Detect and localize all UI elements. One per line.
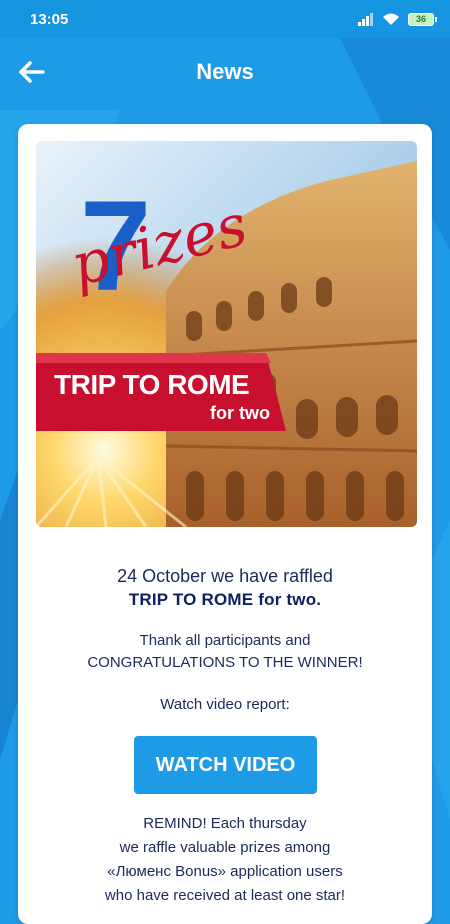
arrow-left-icon [19,61,45,83]
watch-video-button[interactable]: WATCH VIDEO [134,736,317,794]
headline: TRIP TO ROME for two. [128,590,322,609]
banner-subtitle: for two [210,403,270,423]
banner: TRIP TO ROME for two [36,349,286,431]
status-bar: 13:05 36 [0,0,450,38]
remind-line-2: we raffle valuable prizes among [119,839,331,856]
battery-icon: 36 [408,12,437,26]
battery-level: 36 [415,14,426,24]
status-icons: 36 [358,12,437,26]
banner-title: TRIP TO ROME [54,369,250,400]
wifi-icon [383,13,399,25]
status-time: 13:05 [30,10,69,28]
signal-icon [358,12,373,26]
remind-line-4: who have received at least one star! [104,887,346,904]
back-button[interactable] [14,54,50,90]
thanks-text: Thank all participants and CONGRATULATIO… [18,630,432,674]
thanks-line-2: CONGRATULATIONS TO THE WINNER! [87,654,363,671]
page-title: News [196,59,254,84]
news-card: 7 prizes TRIP TO ROME for two 24 October… [18,124,432,924]
news-image: 7 prizes TRIP TO ROME for two [36,141,417,527]
app-bar: News [0,38,450,106]
remind-line-3: «Люменс Bonus» application users [107,863,343,880]
thanks-line-1: Thank all participants and [139,632,311,649]
watch-label: Watch video report: [160,696,290,713]
date-line: 24 October we have raffled [117,566,333,586]
remind-text: REMIND! Each thursday we raffle valuable… [18,812,432,908]
remind-line-1: REMIND! Each thursday [143,815,307,832]
